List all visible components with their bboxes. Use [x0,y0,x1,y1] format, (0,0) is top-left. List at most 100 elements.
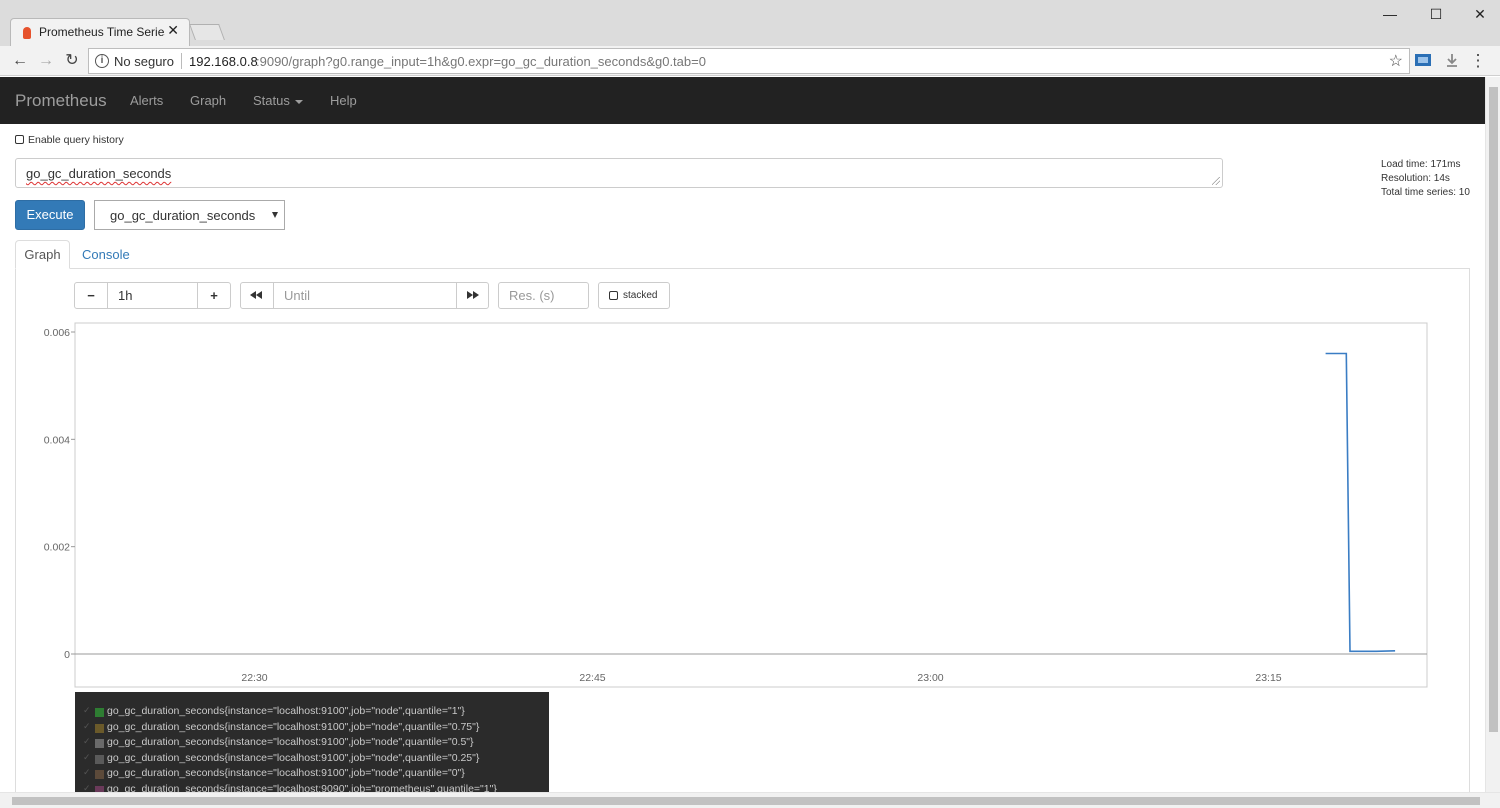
fast-forward-icon-2 [473,291,479,299]
y-tick-label: 0.004 [44,434,70,446]
legend-swatch [95,754,104,764]
caret-down-icon [294,99,303,104]
stacked-toggle[interactable]: stacked [598,282,670,309]
y-tick-label: 0 [64,649,70,661]
nav-status-label: Status [253,93,290,108]
legend-swatch [95,770,104,779]
legend-swatch [95,708,104,717]
metric-select[interactable]: go_gc_duration_seconds [94,200,285,230]
address-divider [181,53,182,69]
load-time: Load time: 171ms [1381,159,1461,170]
legend-swatch [95,739,104,748]
address-bar[interactable]: i No seguro 192.168.0.8 :9090/graph?g0.r… [88,48,1410,74]
legend-item[interactable]: ✓ go_gc_duration_seconds{instance="localh… [75,782,549,793]
forward-arrow-icon[interactable]: → [35,50,57,72]
legend-swatch [95,723,104,733]
horizontal-scrollbar[interactable] [0,792,1500,808]
legend-check-icon[interactable]: ✓ [83,767,91,778]
legend-check-icon[interactable]: ✓ [83,783,91,793]
nav-help[interactable]: Help [330,93,357,108]
url-path[interactable]: :9090/graph?g0.range_input=1h&g0.expr=go… [256,54,706,69]
total-time-series: Total time series: 10 [1381,187,1470,198]
range-input[interactable]: 1h [107,282,198,309]
bookmark-star-icon[interactable]: ☆ [1389,51,1403,71]
x-tick-label: 23:15 [1255,672,1281,684]
rewind-icon-2 [256,291,262,299]
prometheus-navbar: Prometheus Alerts Graph Status Help [0,77,1485,124]
legend-label: go_gc_duration_seconds{instance="localho… [107,720,480,733]
brand-link[interactable]: Prometheus [15,91,107,111]
browser-toolbar: ← → ↻ i No seguro 192.168.0.8 :9090/grap… [0,46,1500,76]
until-input[interactable]: Until [273,282,457,309]
browser-tab-prometheus[interactable]: Prometheus Time Series C ✕ [10,18,190,46]
nav-graph[interactable]: Graph [190,93,226,108]
resize-grip-icon[interactable] [1212,177,1220,185]
vertical-scrollbar-thumb[interactable] [1489,87,1498,732]
until-placeholder: Until [284,288,311,303]
download-extension-icon[interactable] [1442,51,1462,71]
window-close-button[interactable]: ✕ [1465,4,1495,24]
query-history-label: Enable query history [28,134,124,146]
tab-close-icon[interactable]: ✕ [167,22,179,39]
browser-menu-icon[interactable]: ⋮ [1467,50,1489,72]
back-arrow-icon[interactable]: ← [9,50,31,72]
resolution: Resolution: 14s [1381,173,1450,184]
expression-text: go_gc_duration_seconds [26,166,172,181]
resolution-input[interactable]: Res. (s) [498,282,589,309]
range-increase-button[interactable]: + [197,282,231,309]
metric-select-value: go_gc_duration_seconds [110,208,256,223]
time-series-chart: 0.006 0.004 0.002 0 22:30 22:45 23:00 23:15 [44,322,1428,688]
x-tick-label: 22:30 [241,672,267,684]
legend-check-icon[interactable]: ✓ [83,752,91,763]
new-tab-button[interactable] [189,24,225,40]
legend-item[interactable]: ✓ go_gc_duration_seconds{instance="localh… [75,752,549,768]
x-tick-label: 23:00 [917,672,943,684]
minimize-button[interactable]: — [1375,4,1405,24]
legend-label: go_gc_duration_seconds{instance="localho… [107,705,465,717]
nav-status-dropdown[interactable]: Status [253,93,303,108]
nav-alerts[interactable]: Alerts [130,93,163,108]
info-icon[interactable]: i [95,54,109,68]
tab-console[interactable]: Console [82,247,130,262]
graph-page: Enable query history go_gc_duration_seco… [0,124,1485,792]
chart-axes [71,322,1428,688]
time-forward-button[interactable] [456,282,489,309]
stacked-checkbox[interactable] [609,291,618,300]
y-tick-label: 0.002 [44,542,70,554]
legend-item[interactable]: ✓ go_gc_duration_seconds{instance="localh… [75,705,549,721]
horizontal-scrollbar-thumb[interactable] [12,797,1480,805]
time-back-button[interactable] [240,282,274,309]
execute-button[interactable]: Execute [15,200,85,230]
legend-check-icon[interactable]: ✓ [83,721,91,732]
browser-tab-strip: Prometheus Time Series C ✕ — ☐ ✕ [0,0,1500,46]
query-stats: Load time: 171ms Resolution: 14s Total t… [1381,158,1470,200]
plot-area [74,322,1428,688]
maximize-button[interactable]: ☐ [1421,4,1451,24]
tab-graph[interactable]: Graph [15,240,70,269]
legend-item[interactable]: ✓ go_gc_duration_seconds{instance="localh… [75,767,549,783]
stacked-label: stacked [623,290,658,301]
series-legend: ✓ go_gc_duration_seconds{instance="localh… [75,692,549,792]
expression-input[interactable]: go_gc_duration_seconds [15,158,1223,188]
legend-label: go_gc_duration_seconds{instance="localho… [107,751,480,764]
security-status[interactable]: No seguro [114,54,174,69]
legend-check-icon[interactable]: ✓ [83,736,91,747]
range-decrease-button[interactable]: − [74,282,108,309]
vertical-scrollbar[interactable] [1485,77,1500,792]
cast-extension-icon[interactable] [1414,51,1434,71]
legend-item[interactable]: ✓ go_gc_duration_seconds{instance="localh… [75,736,549,752]
query-history-checkbox[interactable] [15,135,24,144]
resolution-placeholder: Res. (s) [509,288,555,303]
dropdown-arrow-icon [272,212,278,218]
legend-item[interactable]: ✓ go_gc_duration_seconds{instance="localh… [75,721,549,737]
browser-tab-title: Prometheus Time Series C [39,25,165,39]
prometheus-favicon-icon [23,27,31,39]
reload-icon[interactable]: ↻ [61,50,83,72]
legend-label: go_gc_duration_seconds{instance="localho… [107,767,465,779]
x-tick-label: 22:45 [579,672,605,684]
y-tick-label: 0.006 [44,327,70,339]
url-host[interactable]: 192.168.0.8 [189,54,258,69]
legend-label: go_gc_duration_seconds{instance="localho… [107,782,497,793]
legend-label: go_gc_duration_seconds{instance="localho… [107,736,474,748]
legend-check-icon[interactable]: ✓ [83,705,91,716]
